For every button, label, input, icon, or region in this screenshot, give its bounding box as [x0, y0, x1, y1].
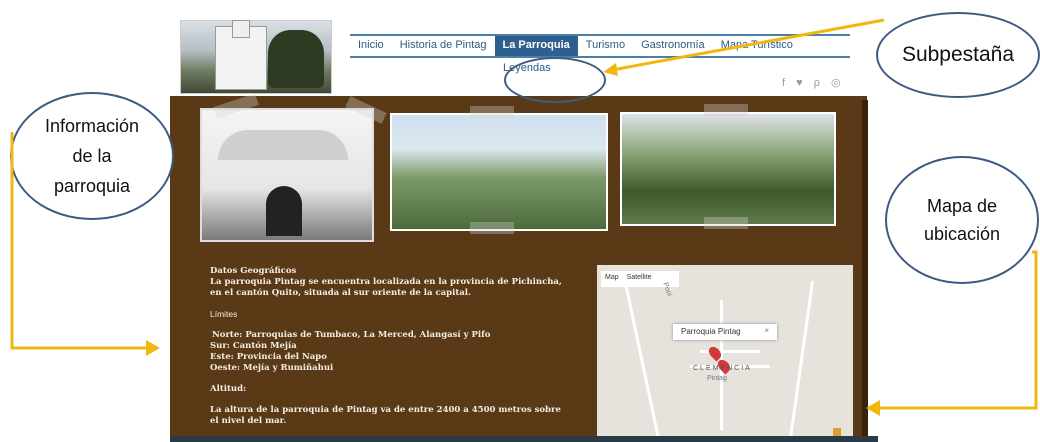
arrow-info-head	[146, 340, 160, 356]
arrow-subpestana	[611, 18, 885, 72]
arrow-subpestana-head	[603, 63, 618, 76]
arrow-info	[10, 132, 148, 350]
annotation-arrows	[10, 18, 1038, 416]
arrow-mapa-head	[866, 400, 880, 416]
arrow-mapa	[878, 250, 1038, 410]
